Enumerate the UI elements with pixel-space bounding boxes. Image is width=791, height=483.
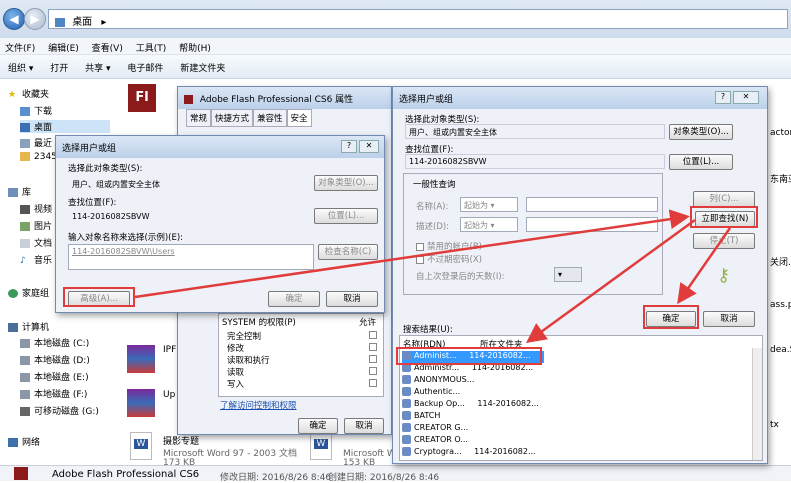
arrow-to-ok [677,227,732,305]
arrow-to-find-now [134,209,690,299]
annotation-arrows [134,209,732,343]
arrow-to-result [525,218,696,343]
